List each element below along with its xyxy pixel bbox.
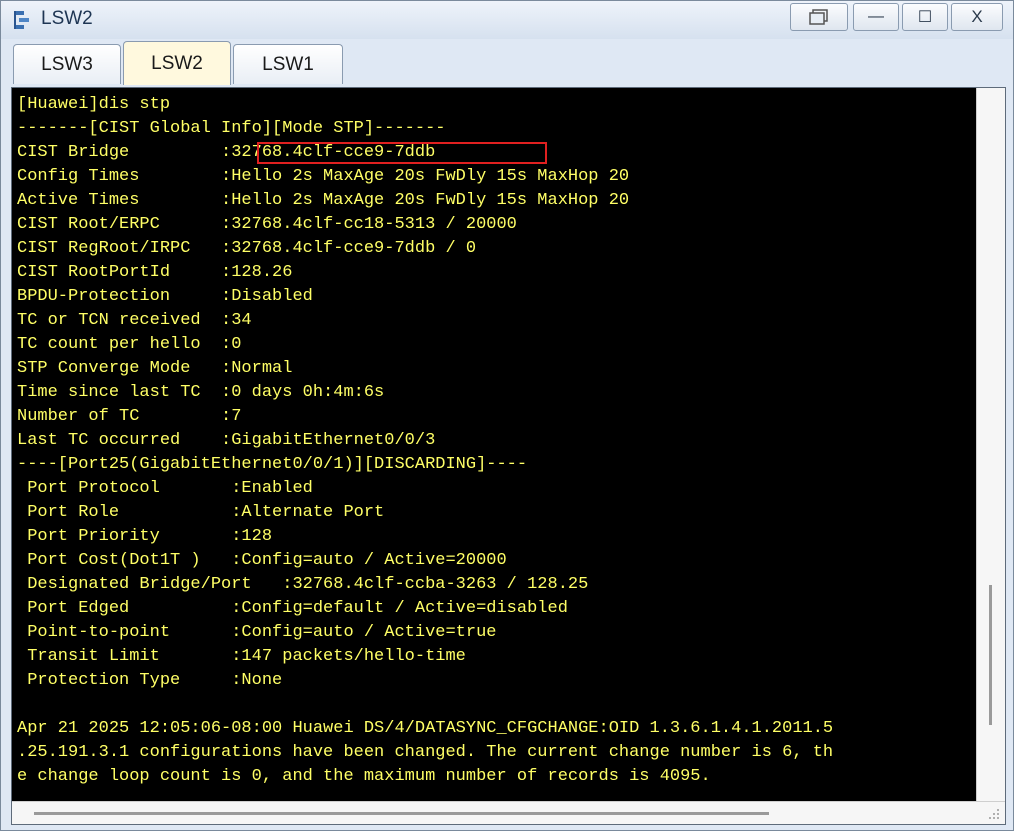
restore-button[interactable] — [790, 3, 848, 31]
terminal-line: CIST RootPortId :128.26 — [17, 263, 293, 282]
terminal-line: Protection Type :None — [17, 671, 283, 690]
switch-app-icon — [14, 11, 29, 29]
tab-lsw1[interactable]: LSW1 — [233, 44, 343, 84]
terminal-line: TC count per hello :0 — [17, 335, 242, 354]
terminal-line: Transit Limit :147 packets/hello-time — [17, 647, 466, 666]
maximize-button[interactable]: ☐ — [902, 3, 948, 31]
cist-bridge-highlight — [257, 142, 547, 164]
resize-grip-icon[interactable] — [987, 807, 1001, 821]
horizontal-scroll-thumb[interactable] — [34, 812, 769, 815]
minimize-icon: — — [868, 8, 884, 25]
vertical-scrollbar[interactable] — [976, 88, 1005, 804]
terminal-line: Last TC occurred :GigabitEthernet0/0/3 — [17, 431, 436, 450]
terminal-line: Port Edged :Config=default / Active=disa… — [17, 599, 568, 618]
terminal-line: CIST Root/ERPC :32768.4clf-cc18-5313 / 2… — [17, 215, 517, 234]
tab-label: LSW2 — [151, 52, 203, 74]
terminal-line: .25.191.3.1 configurations have been cha… — [17, 743, 834, 762]
horizontal-scrollbar[interactable] — [12, 801, 1005, 824]
terminal-line: -------[CIST Global Info][Mode STP]-----… — [17, 119, 446, 138]
terminal-console[interactable]: [Huawei]dis stp -------[CIST Global Info]… — [11, 87, 1006, 825]
terminal-line: STP Converge Mode :Normal — [17, 359, 293, 378]
terminal-line: TC or TCN received :34 — [17, 311, 252, 330]
terminal-line: [Huawei]dis stp — [17, 95, 171, 114]
window-title: LSW2 — [41, 8, 93, 29]
terminal-line: BPDU-Protection :Disabled — [17, 287, 313, 306]
terminal-line: Config Times :Hello 2s MaxAge 20s FwDly … — [17, 167, 630, 186]
vertical-scroll-thumb[interactable] — [989, 585, 992, 725]
terminal-line: Time since last TC :0 days 0h:4m:6s — [17, 383, 385, 402]
minimize-button[interactable]: — — [853, 3, 899, 31]
terminal-line: CIST RegRoot/IRPC :32768.4clf-cce9-7ddb … — [17, 239, 477, 258]
close-icon: X — [971, 7, 983, 26]
device-tab-strip: LSW3 LSW2 LSW1 — [9, 39, 1007, 87]
tab-lsw3[interactable]: LSW3 — [13, 44, 121, 84]
terminal-line: Port Role :Alternate Port — [17, 503, 385, 522]
terminal-line: Active Times :Hello 2s MaxAge 20s FwDly … — [17, 191, 630, 210]
terminal-line: ----[Port25(GigabitEthernet0/0/1)][DISCA… — [17, 455, 528, 474]
restore-window-icon — [809, 9, 828, 25]
terminal-line: Port Cost(Dot1T ) :Config=auto / Active=… — [17, 551, 507, 570]
terminal-line: Port Priority :128 — [17, 527, 273, 546]
lsw2-window: LSW2 — ☐ X LSW3 LSW2 LSW1 [Huawei]dis st… — [0, 0, 1014, 831]
terminal-line: e change loop count is 0, and the maximu… — [17, 767, 711, 786]
terminal-line: Designated Bridge/Port :32768.4clf-ccba-… — [17, 575, 589, 594]
terminal-line: Point-to-point :Config=auto / Active=tru… — [17, 623, 497, 642]
title-bar[interactable]: LSW2 — ☐ X — [1, 1, 1013, 39]
maximize-icon: ☐ — [917, 9, 933, 26]
close-button[interactable]: X — [951, 3, 1003, 31]
tab-label: LSW1 — [262, 53, 314, 75]
tab-label: LSW3 — [41, 53, 93, 75]
terminal-line: Number of TC :7 — [17, 407, 242, 426]
terminal-line: Apr 21 2025 12:05:06-08:00 Huawei DS/4/D… — [17, 719, 834, 738]
tab-lsw2[interactable]: LSW2 — [123, 41, 231, 85]
terminal-output: [Huawei]dis stp -------[CIST Global Info]… — [17, 93, 833, 789]
terminal-line: Port Protocol :Enabled — [17, 479, 313, 498]
